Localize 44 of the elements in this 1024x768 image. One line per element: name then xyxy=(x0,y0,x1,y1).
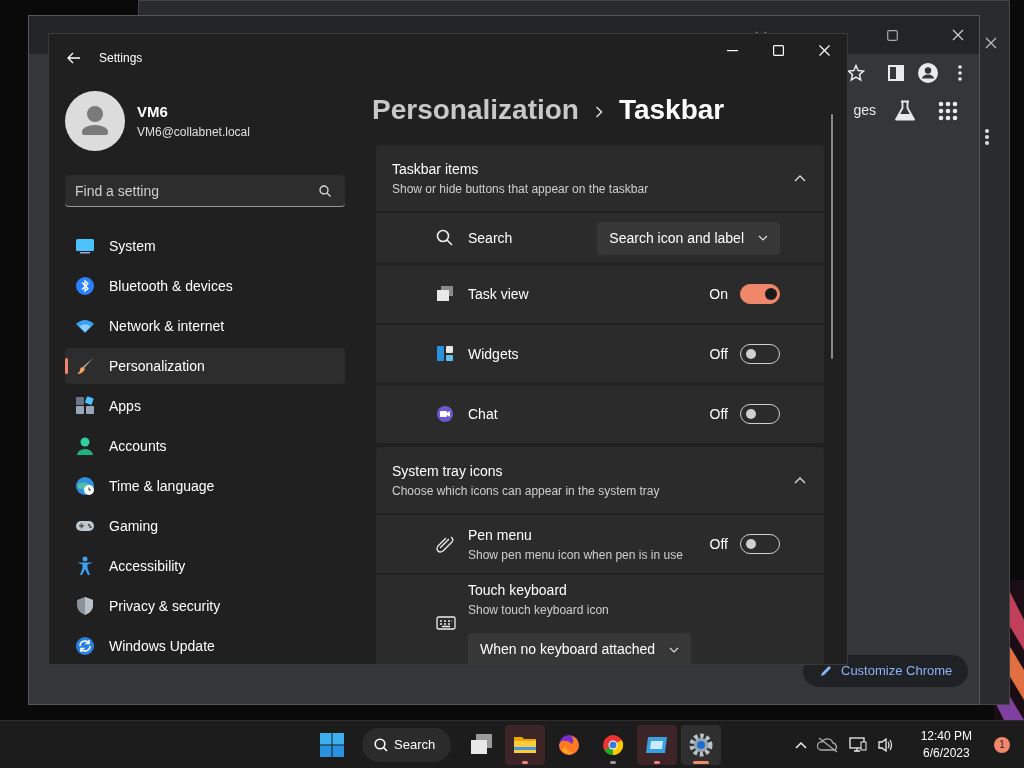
dropdown[interactable]: When no keyboard attached xyxy=(468,633,692,664)
breadcrumb-link[interactable]: Personalization xyxy=(372,89,579,131)
setting-label: Pen menu xyxy=(468,525,533,545)
nav-item[interactable]: Apps xyxy=(65,388,345,424)
nav-item[interactable]: Personalization xyxy=(65,348,345,384)
nav-item[interactable]: Bluetooth & devices xyxy=(65,268,345,304)
section-header[interactable]: System tray icons Choose which icons can appear in the system tray xyxy=(376,447,824,513)
setting-label: Touch keyboard xyxy=(468,581,568,600)
page-title: Taskbar xyxy=(618,93,725,127)
nav-item[interactable]: System xyxy=(65,228,345,264)
customize-chrome-button[interactable]: Customize Chrome xyxy=(803,655,969,687)
section-title: System tray icons xyxy=(392,461,504,481)
setting-label: Task view xyxy=(468,284,529,304)
nav-item[interactable]: Privacy & security xyxy=(65,588,345,624)
toggle-state-label: Off xyxy=(709,534,728,554)
section-title: Taskbar items xyxy=(392,159,480,179)
dropdown[interactable]: Search icon and label xyxy=(597,221,780,255)
user-name: VM6 xyxy=(137,101,169,122)
setting-label: Search xyxy=(468,228,513,248)
clock[interactable]: 12:40 PM 6/6/2023 xyxy=(914,726,978,763)
nav-item[interactable]: Time & language xyxy=(65,468,345,504)
nav-item[interactable]: Accounts xyxy=(65,428,345,464)
setting-label: Chat xyxy=(468,404,498,424)
clock-date: 6/6/2023 xyxy=(921,744,971,762)
user-email: VM6@collabnet.local xyxy=(137,124,250,142)
window-title: Settings xyxy=(99,50,143,67)
nav-item[interactable]: Windows Update xyxy=(65,628,345,664)
setting-label: Widgets xyxy=(468,344,519,364)
link-text[interactable]: ges xyxy=(853,99,876,121)
taskbar-search-button[interactable]: Search xyxy=(362,727,452,762)
section-header[interactable]: Taskbar items Show or hide buttons that appear on the taskbar xyxy=(376,145,824,211)
toggle-state-label: Off xyxy=(709,404,728,424)
toggle-state-label: On xyxy=(709,284,728,304)
nav-item[interactable]: Gaming xyxy=(65,508,345,544)
clock-time: 12:40 PM xyxy=(920,727,972,745)
search-field[interactable]: Find a setting xyxy=(65,175,345,207)
nav-item[interactable]: Network & internet xyxy=(65,308,345,344)
setting-description: Show pen menu icon when pen is in use xyxy=(468,546,683,564)
toggle-state-label: Off xyxy=(709,344,728,364)
section-subtitle: Show or hide buttons that appear on the taskbar xyxy=(392,180,649,198)
setting-description: Show touch keyboard icon xyxy=(468,602,610,619)
notification-badge[interactable]: 1 xyxy=(994,736,1010,753)
section-subtitle: Choose which icons can appear in the system tray xyxy=(392,482,660,500)
nav-item[interactable]: Accessibility xyxy=(65,548,345,584)
